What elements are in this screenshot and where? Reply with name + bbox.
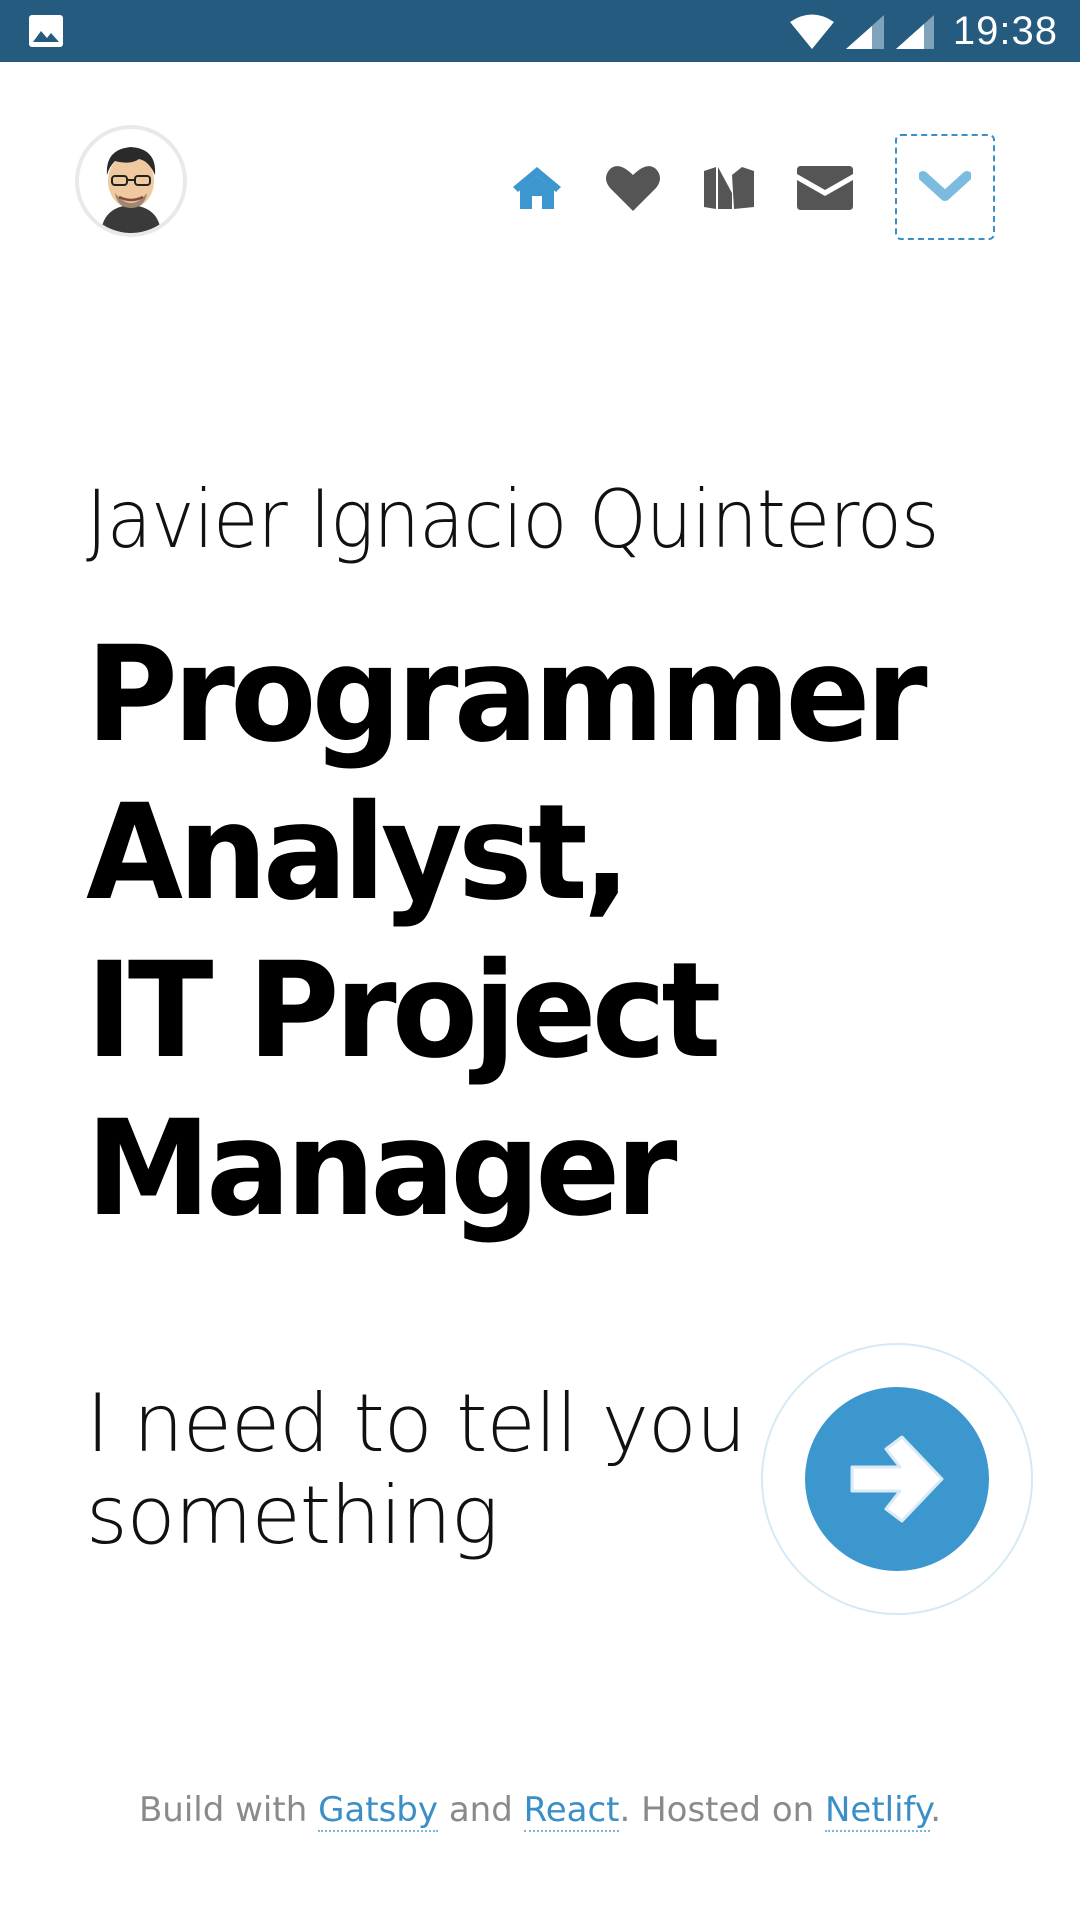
react-link[interactable]: React xyxy=(523,1790,620,1832)
gatsby-link[interactable]: Gatsby xyxy=(318,1790,439,1832)
footer-text: and xyxy=(438,1790,524,1830)
gallery-icon xyxy=(29,15,63,47)
medium-icon xyxy=(704,167,754,209)
medium-link[interactable] xyxy=(701,160,757,216)
envelope-icon xyxy=(797,166,853,210)
favorites-link[interactable] xyxy=(605,160,661,216)
footer: Build with Gatsby and React. Hosted on N… xyxy=(0,1790,1080,1832)
signal-icon xyxy=(896,15,934,49)
cta-text: I need to tell you something xyxy=(86,1377,747,1562)
heart-icon xyxy=(606,166,660,211)
hero-name: Javier Ignacio Quinteros xyxy=(86,473,939,566)
wifi-icon xyxy=(790,14,834,49)
hero-title-line: Analyst, xyxy=(86,776,631,930)
status-bar: 19:38 xyxy=(0,0,1080,62)
footer-text: . Hosted on xyxy=(619,1790,825,1830)
status-time: 19:38 xyxy=(952,9,1058,53)
menu-toggle-button[interactable] xyxy=(895,134,995,240)
email-link[interactable] xyxy=(797,160,853,216)
home-icon xyxy=(513,167,561,209)
cta-text-line: I need to tell you xyxy=(86,1377,747,1470)
hero-title-line: Manager xyxy=(86,1092,677,1246)
avatar-face-icon xyxy=(79,129,183,233)
footer-text: Build with xyxy=(138,1790,319,1830)
hero-title: Programmer Analyst, IT Project Manager xyxy=(86,616,960,1248)
signal-icon xyxy=(846,15,884,49)
footer-text: . xyxy=(930,1790,942,1830)
netlify-link[interactable]: Netlify xyxy=(824,1790,931,1832)
arrow-right-icon xyxy=(850,1435,944,1523)
cta-text-line: something xyxy=(86,1469,499,1562)
hero-title-line: Programmer xyxy=(86,618,928,772)
status-icons xyxy=(788,12,936,52)
chevron-down-icon xyxy=(919,171,971,201)
avatar[interactable] xyxy=(79,129,183,233)
hero: Javier Ignacio Quinteros Programmer Anal… xyxy=(86,470,1006,1248)
cta-next-button[interactable] xyxy=(805,1387,989,1571)
top-nav xyxy=(0,62,1080,312)
home-link[interactable] xyxy=(509,160,565,216)
hero-title-line: IT Project xyxy=(86,934,721,1088)
